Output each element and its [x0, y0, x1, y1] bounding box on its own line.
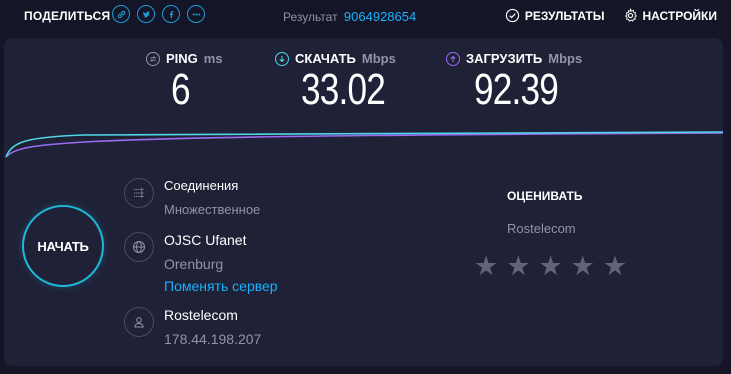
download-metric: СКАЧАТЬ Mbps 33.02	[275, 51, 406, 112]
connections-value: Множественное	[164, 202, 261, 217]
rating-label: ОЦЕНИВАТЬ	[507, 189, 583, 203]
user-icon	[124, 307, 154, 337]
gear-icon	[624, 8, 637, 22]
top-bar: ПОДЕЛИТЬСЯ Результат 9064928654 РЕЗУЛЬТА…	[0, 0, 731, 34]
change-server-link[interactable]: Поменять сервер	[164, 278, 278, 294]
download-label: СКАЧАТЬ	[295, 51, 356, 66]
results-label: РЕЗУЛЬТАТЫ	[524, 8, 605, 23]
download-icon	[275, 51, 289, 66]
upload-value: 92.39	[474, 65, 559, 114]
download-unit: Mbps	[361, 51, 396, 66]
settings-button[interactable]: НАСТРОЙКИ	[623, 8, 717, 23]
ping-metric: PING ms 6	[146, 51, 223, 112]
top-right-nav: РЕЗУЛЬТАТЫ НАСТРОЙКИ	[505, 8, 717, 23]
upload-metric: ЗАГРУЗИТЬ Mbps 92.39	[446, 51, 582, 112]
connections-icon	[124, 178, 154, 208]
upload-unit: Mbps	[548, 51, 583, 66]
upload-icon	[446, 51, 460, 66]
star-icon[interactable]: ★	[603, 253, 627, 280]
upload-line	[5, 132, 723, 158]
settings-label: НАСТРОЙКИ	[642, 8, 717, 23]
main-panel: PING ms 6 СКАЧАТЬ Mbps 33.02 ЗАГРУЗИТЬ M…	[4, 38, 723, 366]
download-value: 33.02	[301, 65, 386, 114]
star-icon[interactable]: ★	[506, 253, 530, 280]
link-icon[interactable]	[112, 5, 130, 23]
facebook-icon[interactable]	[162, 5, 180, 23]
ping-label: PING	[166, 51, 198, 66]
result-number-link[interactable]: 9064928654	[344, 9, 416, 24]
ping-unit: ms	[203, 51, 223, 66]
provider-ip: 178.44.198.207	[164, 331, 262, 347]
ping-icon	[146, 51, 160, 66]
server-name: OJSC Ufanet	[164, 232, 247, 248]
connections-info: Соединения Множественное	[124, 178, 260, 218]
ping-value: 6	[171, 65, 191, 114]
star-icon[interactable]: ★	[538, 253, 562, 280]
provider-name: Rostelecom	[164, 307, 238, 323]
result-id: Результат 9064928654	[283, 9, 416, 24]
twitter-icon[interactable]	[137, 5, 155, 23]
upload-label: ЗАГРУЗИТЬ	[466, 51, 543, 66]
provider-info: Rostelecom 178.44.198.207	[124, 307, 261, 347]
result-label: Результат	[283, 10, 338, 24]
more-icon[interactable]	[187, 5, 205, 23]
rating-section: ОЦЕНИВАТЬ Rostelecom ★ ★ ★ ★ ★	[474, 189, 627, 280]
check-circle-icon	[505, 8, 520, 23]
rating-stars: ★ ★ ★ ★ ★	[474, 253, 627, 280]
share-icons	[112, 5, 205, 23]
results-button[interactable]: РЕЗУЛЬТАТЫ	[505, 8, 605, 23]
star-icon[interactable]: ★	[474, 253, 498, 280]
server-city: Orenburg	[164, 256, 224, 272]
server-info: OJSC Ufanet Orenburg Поменять сервер	[124, 232, 278, 294]
share-label: ПОДЕЛИТЬСЯ	[24, 9, 111, 23]
globe-icon	[124, 232, 154, 262]
speed-graph	[5, 131, 723, 158]
connections-title: Соединения	[164, 178, 239, 193]
star-icon[interactable]: ★	[571, 253, 595, 280]
start-button[interactable]: НАЧАТЬ	[22, 205, 104, 287]
rating-isp: Rostelecom	[507, 221, 576, 236]
